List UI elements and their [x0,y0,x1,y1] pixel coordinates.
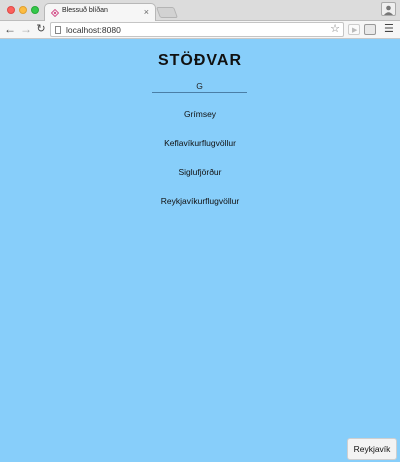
window-minimize-button[interactable] [19,6,27,14]
address-bar[interactable]: localhost:8080 ☆ [50,22,344,37]
play-icon: ▶ [352,27,358,34]
person-icon [384,5,393,15]
station-item[interactable]: Keflavíkurflugvöllur [0,137,400,166]
forward-arrow-icon[interactable]: → [19,22,33,36]
url-text[interactable]: localhost:8080 [66,24,121,36]
station-item[interactable]: Reykjavíkurflugvöllur [0,195,400,224]
page-content: STÖÐVAR Grímsey Keflavíkurflugvöllur Sig… [0,39,400,462]
reload-icon[interactable]: ↻ [34,22,48,36]
tab-title: Blessuð blíðan [62,7,108,14]
extension-icon[interactable] [364,24,376,35]
back-arrow-icon[interactable]: ← [3,22,17,36]
station-item[interactable]: Siglufjörður [0,166,400,195]
profile-button[interactable] [381,2,396,16]
menu-icon[interactable]: ☰ [384,24,394,35]
window-maximize-button[interactable] [31,6,39,14]
browser-tab-strip: Blessuð blíðan × [0,0,400,22]
page-title: STÖÐVAR [157,52,243,69]
favicon-icon [51,9,59,17]
page-icon [55,26,61,34]
browser-tab[interactable]: Blessuð blíðan × [44,3,156,22]
station-item[interactable]: Grímsey [0,108,400,137]
station-search-input[interactable] [152,79,247,93]
tab-close-icon[interactable]: × [144,6,149,18]
window-close-button[interactable] [7,6,15,14]
station-list: Grímsey Keflavíkurflugvöllur Siglufjörðu… [0,108,400,224]
browser-toolbar: ← → ↻ localhost:8080 ☆ ▶ ☰ [0,21,400,39]
location-button[interactable]: Reykjavík [347,438,397,460]
extension-play-icon[interactable]: ▶ [348,24,360,35]
star-icon[interactable]: ☆ [330,23,340,36]
new-tab-button[interactable] [155,7,179,18]
